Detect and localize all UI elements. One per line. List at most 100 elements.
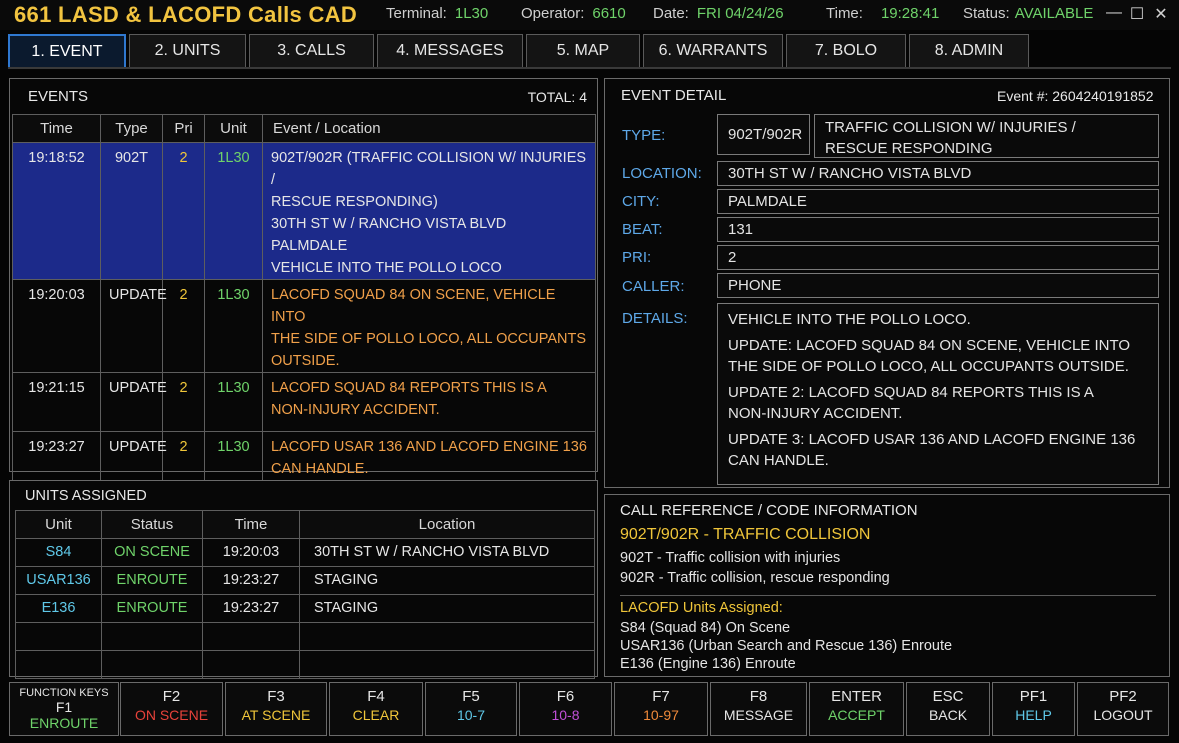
fkey-f7[interactable]: F7 10-97 (614, 682, 708, 736)
details-field[interactable]: VEHICLE INTO THE POLLO LOCO. UPDATE: LAC… (717, 303, 1159, 485)
units-heading: LACOFD Units Assigned: (620, 600, 783, 616)
terminal-label: Terminal: (386, 5, 447, 22)
fkey-label: PF2 (1109, 688, 1137, 705)
unit-row[interactable]: USAR136 ENROUTE 19:23:27 STAGING (15, 566, 595, 595)
city-field[interactable]: PALMDALE (717, 189, 1159, 214)
fkey-f3[interactable]: F3 AT SCENE (225, 682, 327, 736)
event-row[interactable]: 19:20:03 UPDATE 2 1L30 LACOFD SQUAD 84 O… (12, 279, 596, 373)
col-type: Type (100, 114, 163, 143)
operator-value: 6610 (592, 5, 626, 22)
fkey-action: ON SCENE (134, 707, 209, 723)
col-time: Time (12, 114, 101, 143)
fkey-pf1[interactable]: PF1 HELP (992, 682, 1075, 736)
event-type: UPDATE (100, 372, 167, 432)
event-line: CAN HANDLE. (271, 461, 369, 477)
events-title: EVENTS (28, 88, 89, 105)
time-label: Time: (826, 5, 863, 22)
tab-admin[interactable]: 8. ADMIN (909, 34, 1029, 68)
tab-warrants[interactable]: 6. WARRANTS (643, 34, 783, 68)
event-row[interactable]: 19:21:15 UPDATE 2 1L30 LACOFD SQUAD 84 R… (12, 372, 596, 432)
type-description-field[interactable]: TRAFFIC COLLISION W/ INJURIES / RESCUE R… (814, 114, 1159, 158)
col-unit: Unit (204, 114, 263, 143)
units-assigned-lines: S84 (Squad 84) On Scene USAR136 (Urban S… (620, 619, 952, 673)
fkey-f6[interactable]: F6 10-8 (519, 682, 612, 736)
fkey-action: BACK (928, 707, 968, 723)
event-row-selected[interactable]: 19:18:52 902T 2 1L30 902T/902R (TRAFFIC … (12, 142, 596, 280)
code-heading: 902T/902R - TRAFFIC COLLISION (620, 526, 871, 543)
tab-messages[interactable]: 4. MESSAGES (377, 34, 523, 68)
event-line: 902T/902R (TRAFFIC COLLISION W/ INJURIES… (271, 150, 587, 188)
fkey-f5[interactable]: F5 10-7 (425, 682, 517, 736)
unit-row-empty (15, 650, 595, 679)
event-pri: 2 (162, 279, 205, 373)
unit-row[interactable]: E136 ENROUTE 19:23:27 STAGING (15, 594, 595, 623)
details-paragraph: UPDATE 3: LACOFD USAR 136 AND LACOFD ENG… (728, 429, 1148, 471)
units-panel: UNITS ASSIGNED Unit Status Time Location… (9, 480, 598, 679)
type-desc-line: RESCUE RESPONDING (825, 140, 993, 157)
unit-location: 30TH ST W / RANCHO VISTA BLVD (299, 538, 595, 567)
fkey-f2[interactable]: F2 ON SCENE (120, 682, 223, 736)
unit-row[interactable]: S84 ON SCENE 19:20:03 30TH ST W / RANCHO… (15, 538, 595, 567)
fkey-enter[interactable]: ENTER ACCEPT (809, 682, 904, 736)
fkey-label: ESC (932, 688, 964, 705)
tab-map[interactable]: 5. MAP (526, 34, 640, 68)
call-reference-panel: CALL REFERENCE / CODE INFORMATION 902T/9… (604, 494, 1170, 677)
event-line: LACOFD USAR 136 AND LACOFD ENGINE 136 (271, 439, 587, 455)
fkey-label: F1 (55, 699, 73, 715)
tab-bolo[interactable]: 7. BOLO (786, 34, 906, 68)
details-paragraph: VEHICLE INTO THE POLLO LOCO. (728, 309, 1148, 330)
unit-id: USAR136 (15, 566, 102, 595)
fkey-f4[interactable]: F4 CLEAR (329, 682, 423, 736)
event-description: LACOFD SQUAD 84 ON SCENE, VEHICLE INTO T… (262, 279, 596, 373)
date-label: Date: (653, 5, 689, 22)
fkey-action: MESSAGE (723, 707, 794, 723)
maximize-icon[interactable]: ☐ (1127, 4, 1147, 24)
tab-calls[interactable]: 3. CALLS (249, 34, 374, 68)
fkey-label: PF1 (1019, 688, 1048, 705)
code-lines: 902T - Traffic collision with injuries 9… (620, 548, 890, 588)
unit-line: USAR136 (Urban Search and Rescue 136) En… (620, 638, 953, 654)
caller-label: CALLER: (622, 278, 685, 295)
event-type: 902T (100, 142, 163, 280)
time-value: 19:28:41 (880, 5, 940, 22)
terminal-info: Terminal: 1L30 (386, 5, 488, 22)
details-line: NON-INJURY ACCIDENT. (728, 405, 903, 422)
pri-field[interactable]: 2 (717, 245, 1159, 270)
terminal-value: 1L30 (454, 5, 489, 22)
tab-event[interactable]: 1. EVENT (8, 34, 126, 68)
fkey-esc[interactable]: ESC BACK (906, 682, 990, 736)
details-line: VEHICLE INTO THE POLLO LOCO. (728, 311, 971, 328)
type-label: TYPE: (622, 127, 666, 144)
units-header-row: Unit Status Time Location (15, 510, 595, 539)
fkey-action: ENROUTE (29, 715, 99, 731)
col-event-location: Event / Location (262, 114, 596, 143)
events-total: TOTAL: 4 (527, 89, 587, 105)
details-paragraph: UPDATE: LACOFD SQUAD 84 ON SCENE, VEHICL… (728, 335, 1148, 377)
details-line: UPDATE 2: LACOFD SQUAD 84 REPORTS THIS I… (728, 384, 1094, 401)
event-detail-title: EVENT DETAIL (621, 87, 727, 104)
fkey-action: HELP (1015, 707, 1052, 723)
unit-row-empty (15, 622, 595, 651)
fkey-f8[interactable]: F8 MESSAGE (710, 682, 807, 736)
fkey-pf2[interactable]: PF2 LOGOUT (1077, 682, 1169, 736)
type-desc-line: TRAFFIC COLLISION W/ INJURIES / (825, 119, 1076, 136)
fkey-action: CLEAR (352, 707, 400, 723)
fkey-action: 10-8 (551, 707, 580, 723)
close-icon[interactable]: ✕ (1151, 4, 1171, 24)
minimize-icon[interactable]: — (1104, 4, 1124, 22)
events-panel: EVENTS TOTAL: 4 Time Type Pri Unit Event… (9, 78, 598, 507)
operator-info: Operator: 6610 (521, 5, 626, 22)
fkey-f1[interactable]: FUNCTION KEYS F1 ENROUTE (9, 682, 119, 736)
unit-location: STAGING (299, 566, 595, 595)
fkey-label: F5 (462, 688, 480, 705)
code-line: 902T - Traffic collision with injuries (620, 550, 841, 566)
event-line: NON-INJURY ACCIDENT. (271, 402, 440, 418)
tab-units[interactable]: 2. UNITS (129, 34, 246, 68)
caller-field[interactable]: PHONE (717, 273, 1159, 298)
event-pri: 2 (162, 372, 205, 432)
location-field[interactable]: 30TH ST W / RANCHO VISTA BLVD (717, 161, 1159, 186)
reference-divider (620, 595, 1156, 596)
location-label: LOCATION: (622, 165, 702, 182)
beat-field[interactable]: 131 (717, 217, 1159, 242)
type-code-field[interactable]: 902T/902R (717, 114, 810, 155)
